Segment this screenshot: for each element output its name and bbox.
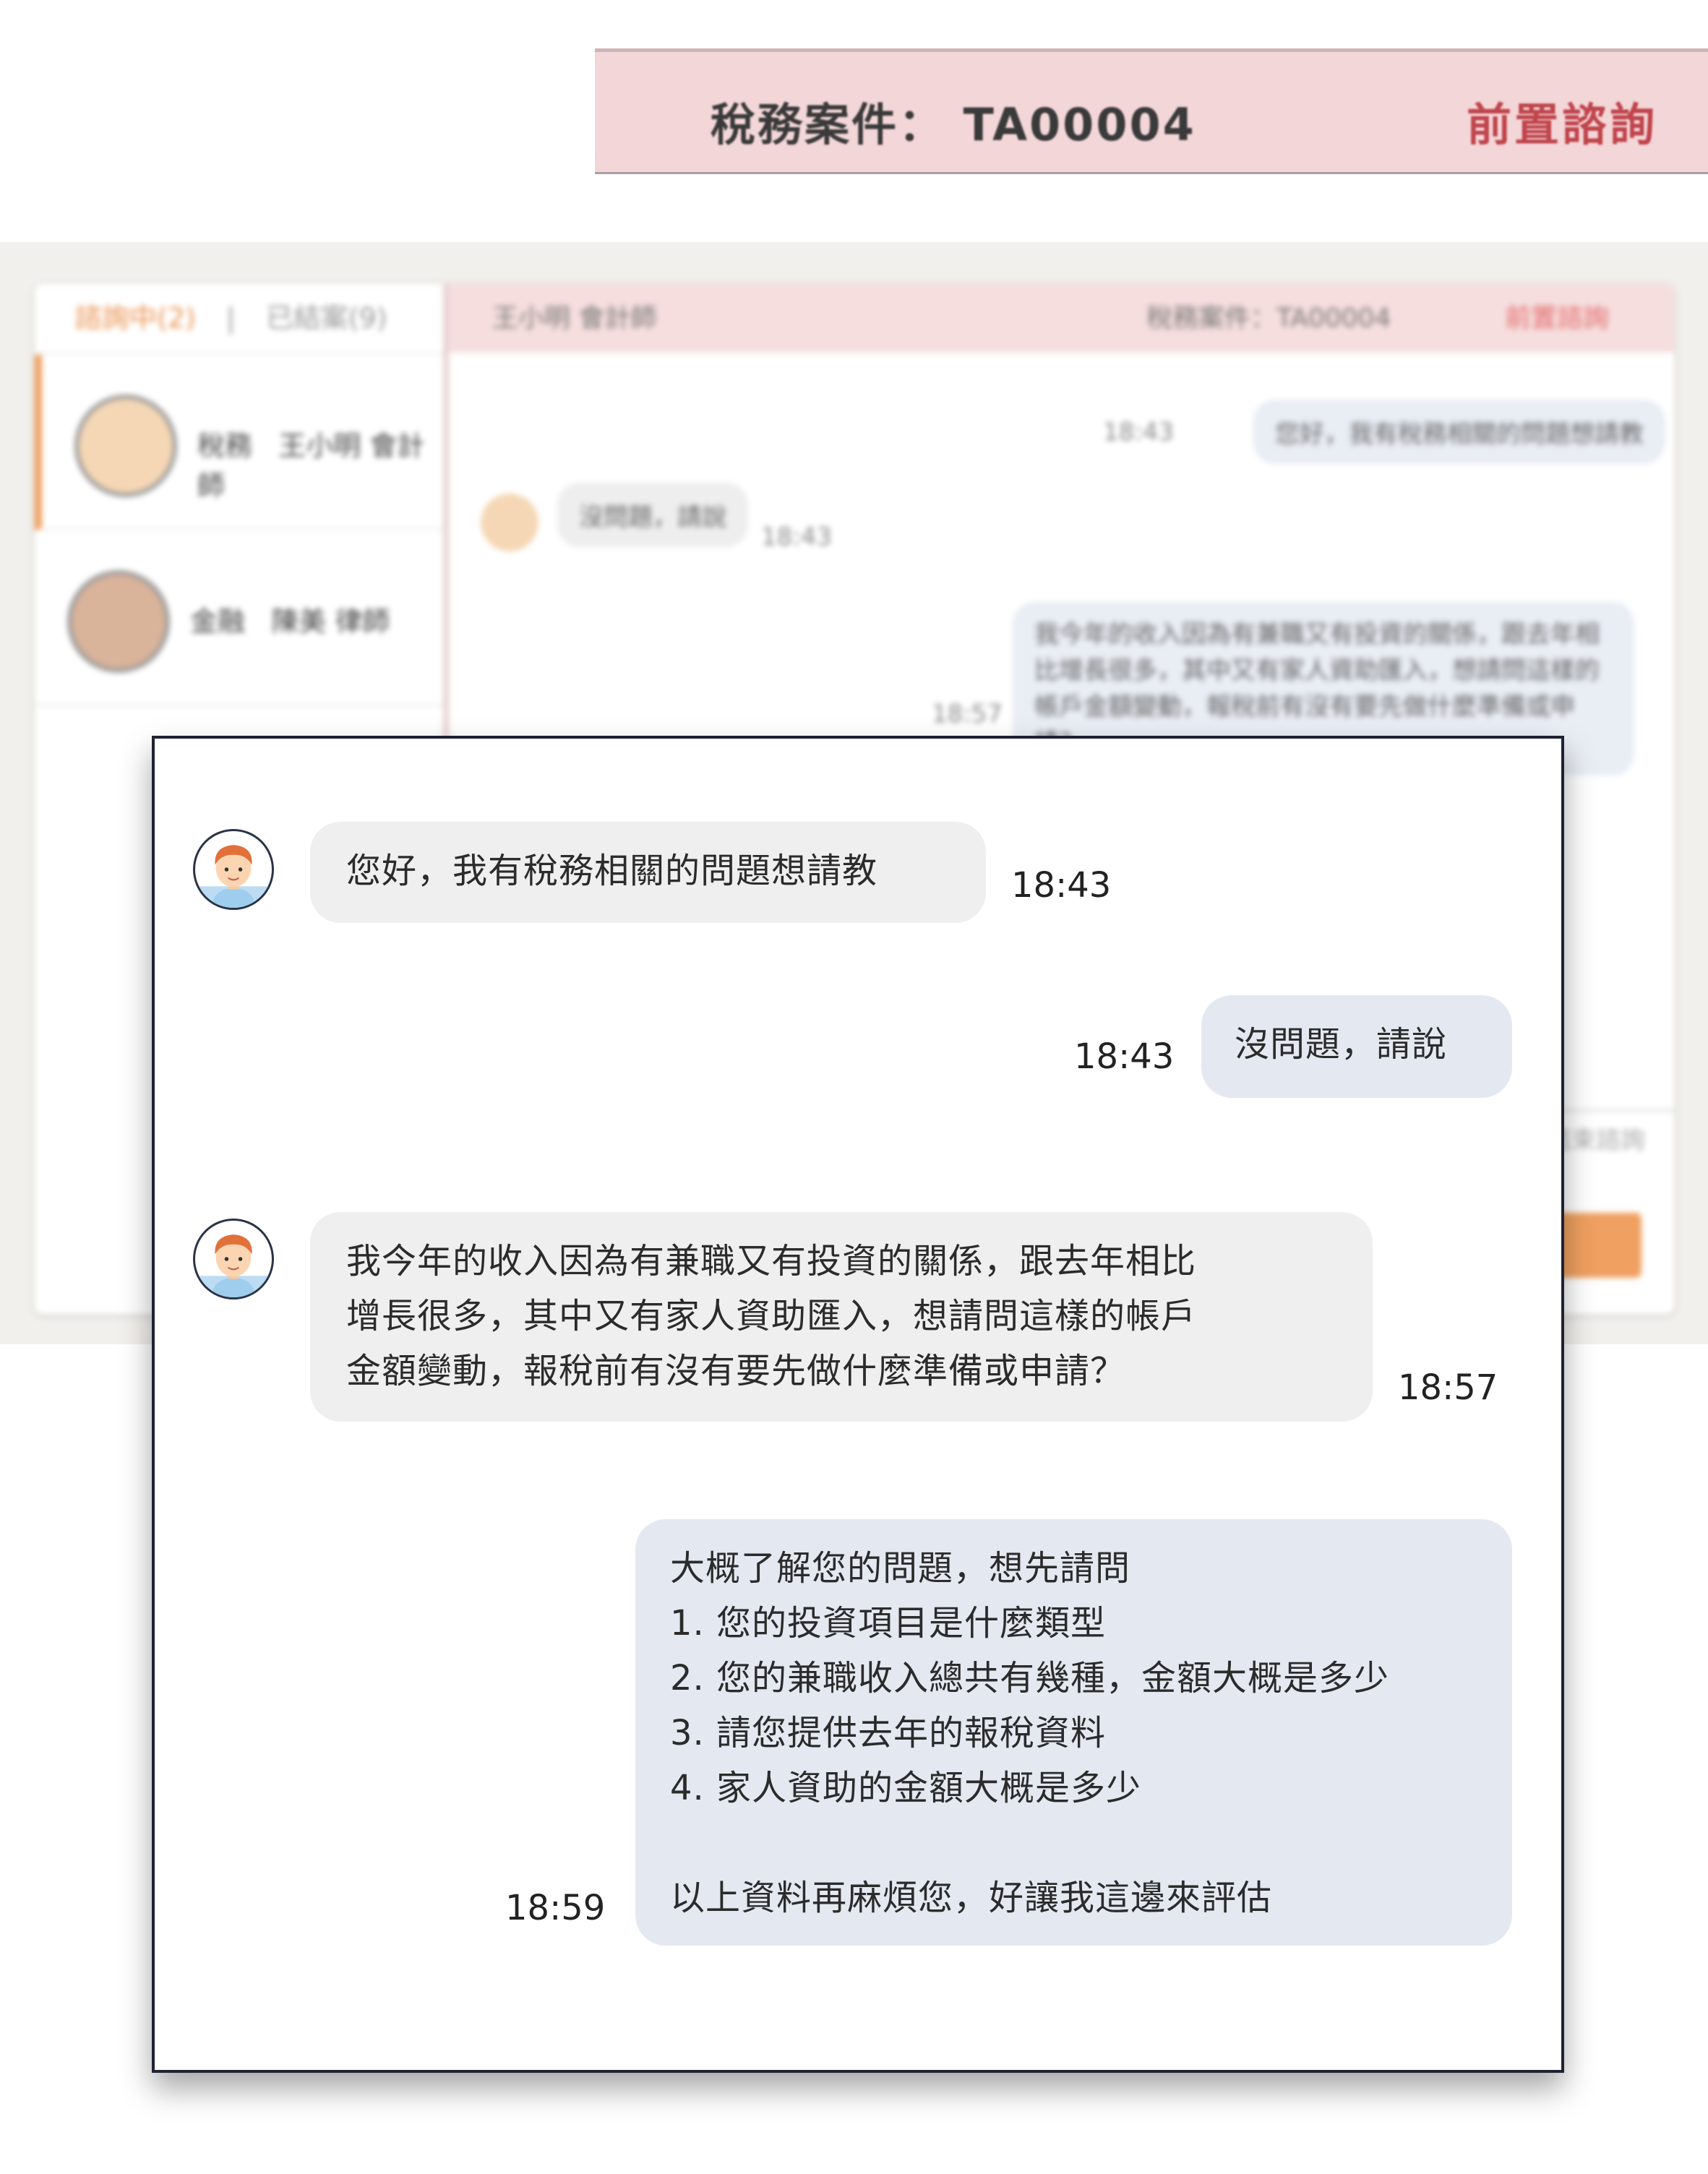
avatar: [481, 494, 538, 551]
contact-item[interactable]: 金融 陳美 律師: [35, 530, 443, 706]
chat-zoom-panel: 您好，我有稅務相關的問題想請教 18:43 18:43 沒問題，請說 我今年的收…: [152, 736, 1564, 2073]
message-bubble: 您好，我有稅務相關的問題想請教: [1253, 400, 1665, 464]
chat-message-incoming: 我今年的收入因為有兼職又有投資的關係，跟去年相比 增長很多，其中又有家人資助匯入…: [310, 1212, 1373, 1422]
header-status: 前置諮詢: [1504, 304, 1609, 333]
tab-closed[interactable]: 已結案(9): [266, 302, 387, 334]
message-timestamp: 18:59: [505, 1888, 606, 1928]
chat-message-outgoing: 大概了解您的問題，想先請問 1. 您的投資項目是什麼類型 2. 您的兼職收入總共…: [635, 1519, 1512, 1946]
header-case-label: 稅務案件：TA00004: [1146, 304, 1391, 333]
avatar: [74, 395, 177, 497]
case-label: 稅務案件： TA00004: [711, 98, 1196, 151]
message-time: 18:43: [761, 523, 832, 551]
tab-separator: |: [226, 302, 236, 334]
message-timestamp: 18:57: [1398, 1367, 1498, 1408]
avatar: [67, 570, 170, 673]
contact-item[interactable]: 稅務 王小明 會計師: [35, 355, 443, 530]
chat-message-incoming: 您好，我有稅務相關的問題想請教: [310, 822, 986, 923]
contact-name: 稅務 王小明 會計師: [197, 430, 425, 502]
case-banner: 稅務案件： TA00004 前置諮詢: [595, 48, 1708, 174]
message-time: 18:57: [932, 700, 1003, 729]
user-avatar-icon: [193, 1219, 274, 1299]
message-time: 18:43: [1103, 418, 1174, 447]
case-status: 前置諮詢: [1466, 98, 1657, 151]
tab-active[interactable]: 諮詢中(2): [74, 302, 196, 334]
user-avatar-icon: [193, 829, 274, 910]
message-bubble: 沒問題，請說: [557, 483, 748, 547]
status-tabs: 諮詢中(2) | 已結案(9): [35, 284, 443, 355]
contact-name: 金融 陳美 律師: [190, 606, 390, 637]
conversation-header: 王小明 會計師 稅務案件：TA00004 前置諮詢: [449, 284, 1674, 353]
message-timestamp: 18:43: [1074, 1036, 1175, 1077]
message-timestamp: 18:43: [1011, 865, 1112, 906]
chat-message-outgoing: 沒問題，請說: [1201, 995, 1512, 1098]
counterpart-name: 王小明 會計師: [492, 304, 657, 333]
